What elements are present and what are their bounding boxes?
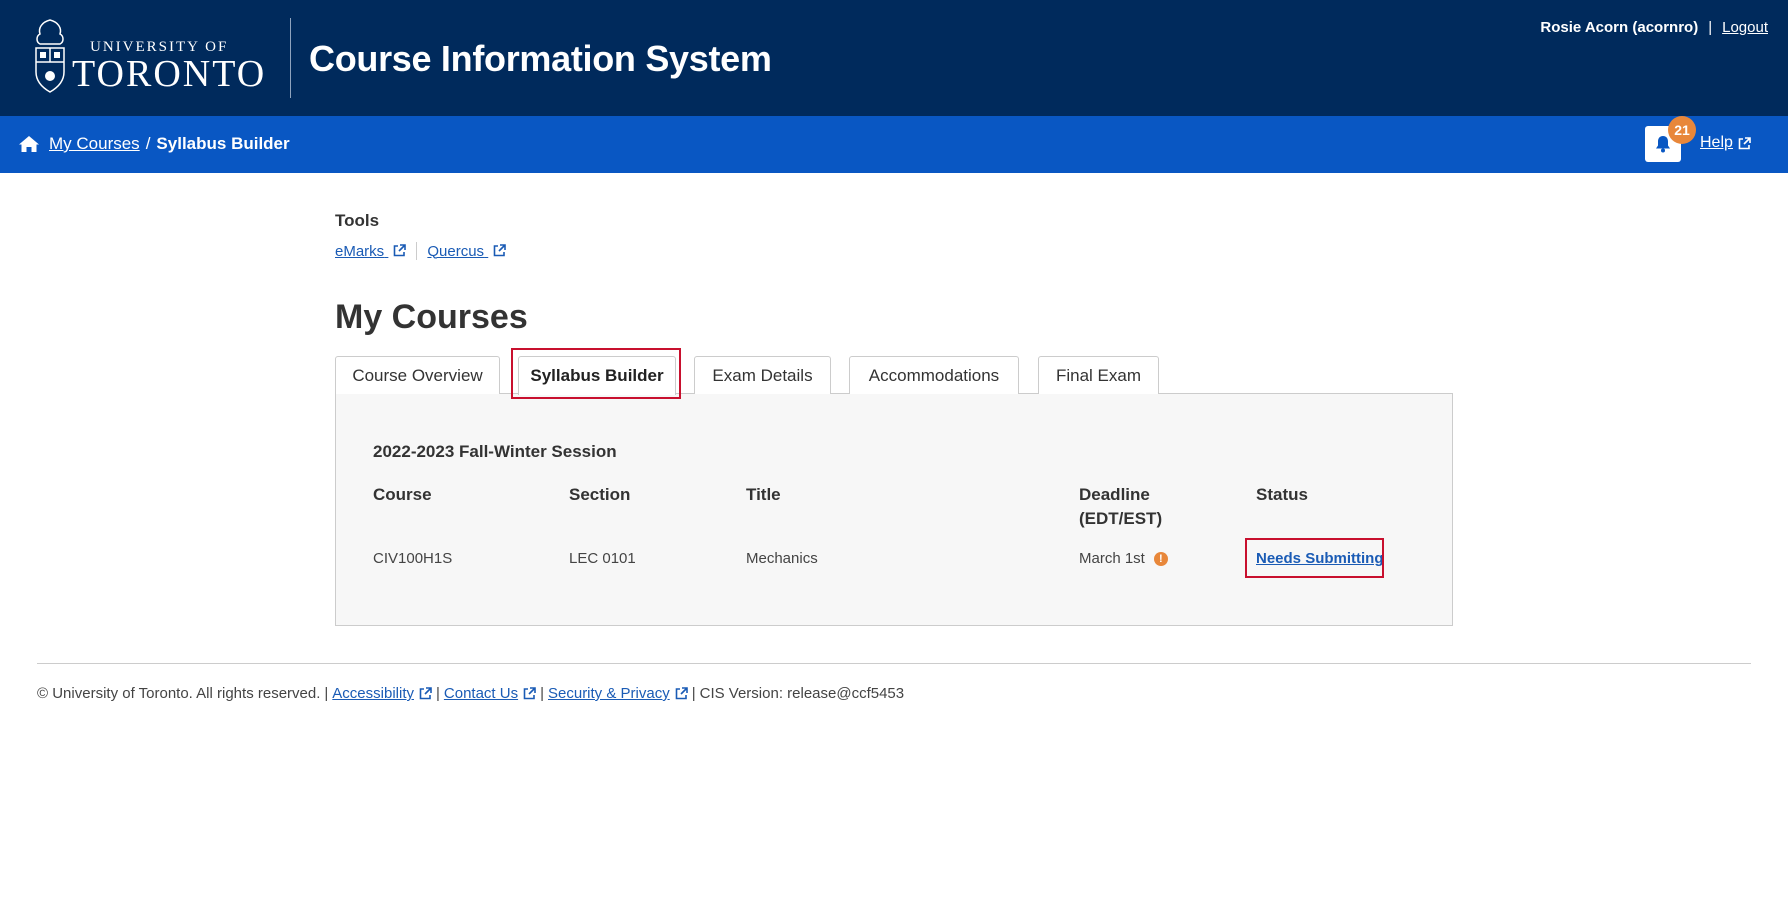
column-header-title: Title — [746, 485, 781, 504]
deadline-header-line1: Deadline — [1079, 485, 1150, 504]
breadcrumb: My Courses / Syllabus Builder — [49, 134, 290, 154]
tools-heading: Tools — [335, 211, 380, 230]
external-link-icon — [493, 243, 507, 256]
tab-syllabus-builder[interactable]: Syllabus Builder — [518, 356, 676, 395]
header-divider — [290, 18, 291, 98]
org-name-line2: TORONTO — [72, 53, 267, 95]
user-separator: | — [1708, 19, 1713, 36]
course-title: Mechanics — [746, 550, 818, 567]
breadcrumb-current: Syllabus Builder — [156, 134, 290, 153]
column-header-section: Section — [569, 485, 631, 504]
emarks-label: eMarks — [335, 242, 385, 260]
column-header-deadline: Deadline (EDT/EST) — [1079, 483, 1162, 531]
breadcrumb-separator: / — [145, 134, 151, 153]
deadline-header-line2: (EDT/EST) — [1079, 509, 1163, 528]
external-link-icon — [675, 687, 688, 700]
logout-link[interactable]: Logout — [1722, 19, 1768, 36]
footer-version: CIS Version: release@ccf5453 — [699, 685, 905, 702]
column-header-course: Course — [373, 485, 432, 504]
tab-exam-details[interactable]: Exam Details — [694, 356, 831, 394]
external-link-icon — [523, 687, 536, 700]
footer-divider — [37, 663, 1751, 664]
tab-course-overview[interactable]: Course Overview — [335, 356, 500, 394]
footer-separator: | — [435, 685, 440, 702]
footer-accessibility-link[interactable]: Accessibility — [332, 685, 414, 702]
quercus-label: Quercus — [427, 242, 485, 260]
course-code: CIV100H1S — [373, 550, 453, 567]
external-link-icon — [394, 243, 407, 256]
site-header — [0, 0, 1788, 116]
app-title: Course Information System — [309, 38, 772, 79]
user-area: Rosie Acorn (acornro) | Logout — [1540, 19, 1768, 36]
notification-count-badge: 21 — [1668, 116, 1696, 144]
page-title: My Courses — [335, 298, 528, 336]
footer-security-link[interactable]: Security & Privacy — [548, 685, 670, 702]
tools-divider — [416, 242, 418, 260]
home-icon[interactable] — [18, 135, 40, 153]
course-deadline: March 1st ! — [1079, 550, 1168, 567]
needs-submitting-link[interactable]: Needs Submitting — [1256, 550, 1384, 567]
status-cell: Needs Submitting — [1256, 550, 1384, 567]
footer: © University of Toronto. All rights rese… — [37, 685, 904, 702]
footer-separator: | — [324, 685, 329, 702]
footer-separator: | — [691, 685, 696, 702]
emarks-link[interactable]: eMarks — [335, 242, 407, 260]
uoft-crest-icon — [35, 19, 65, 93]
course-section: LEC 0101 — [569, 550, 636, 567]
tools-links: eMarks Quercus — [335, 242, 507, 260]
external-link-icon — [419, 687, 432, 700]
footer-separator: | — [540, 685, 544, 702]
deadline-value: March 1st — [1079, 550, 1145, 567]
user-name: Rosie Acorn (acornro) — [1540, 19, 1699, 36]
tab-accommodations[interactable]: Accommodations — [849, 356, 1019, 394]
tab-final-exam[interactable]: Final Exam — [1038, 356, 1159, 394]
exclamation-icon[interactable]: ! — [1153, 551, 1168, 566]
breadcrumb-my-courses-link[interactable]: My Courses — [49, 134, 140, 154]
tab-panel — [335, 393, 1453, 626]
footer-copyright: © University of Toronto. All rights rese… — [37, 685, 321, 702]
bell-icon — [1656, 136, 1670, 153]
session-heading: 2022-2023 Fall-Winter Session — [373, 442, 617, 461]
footer-contact-link[interactable]: Contact Us — [444, 685, 518, 702]
quercus-link[interactable]: Quercus — [427, 242, 507, 260]
help-label: Help — [1700, 134, 1733, 151]
column-header-status: Status — [1256, 485, 1308, 504]
help-link[interactable]: Help — [1700, 134, 1751, 152]
external-link-icon — [1738, 136, 1751, 149]
